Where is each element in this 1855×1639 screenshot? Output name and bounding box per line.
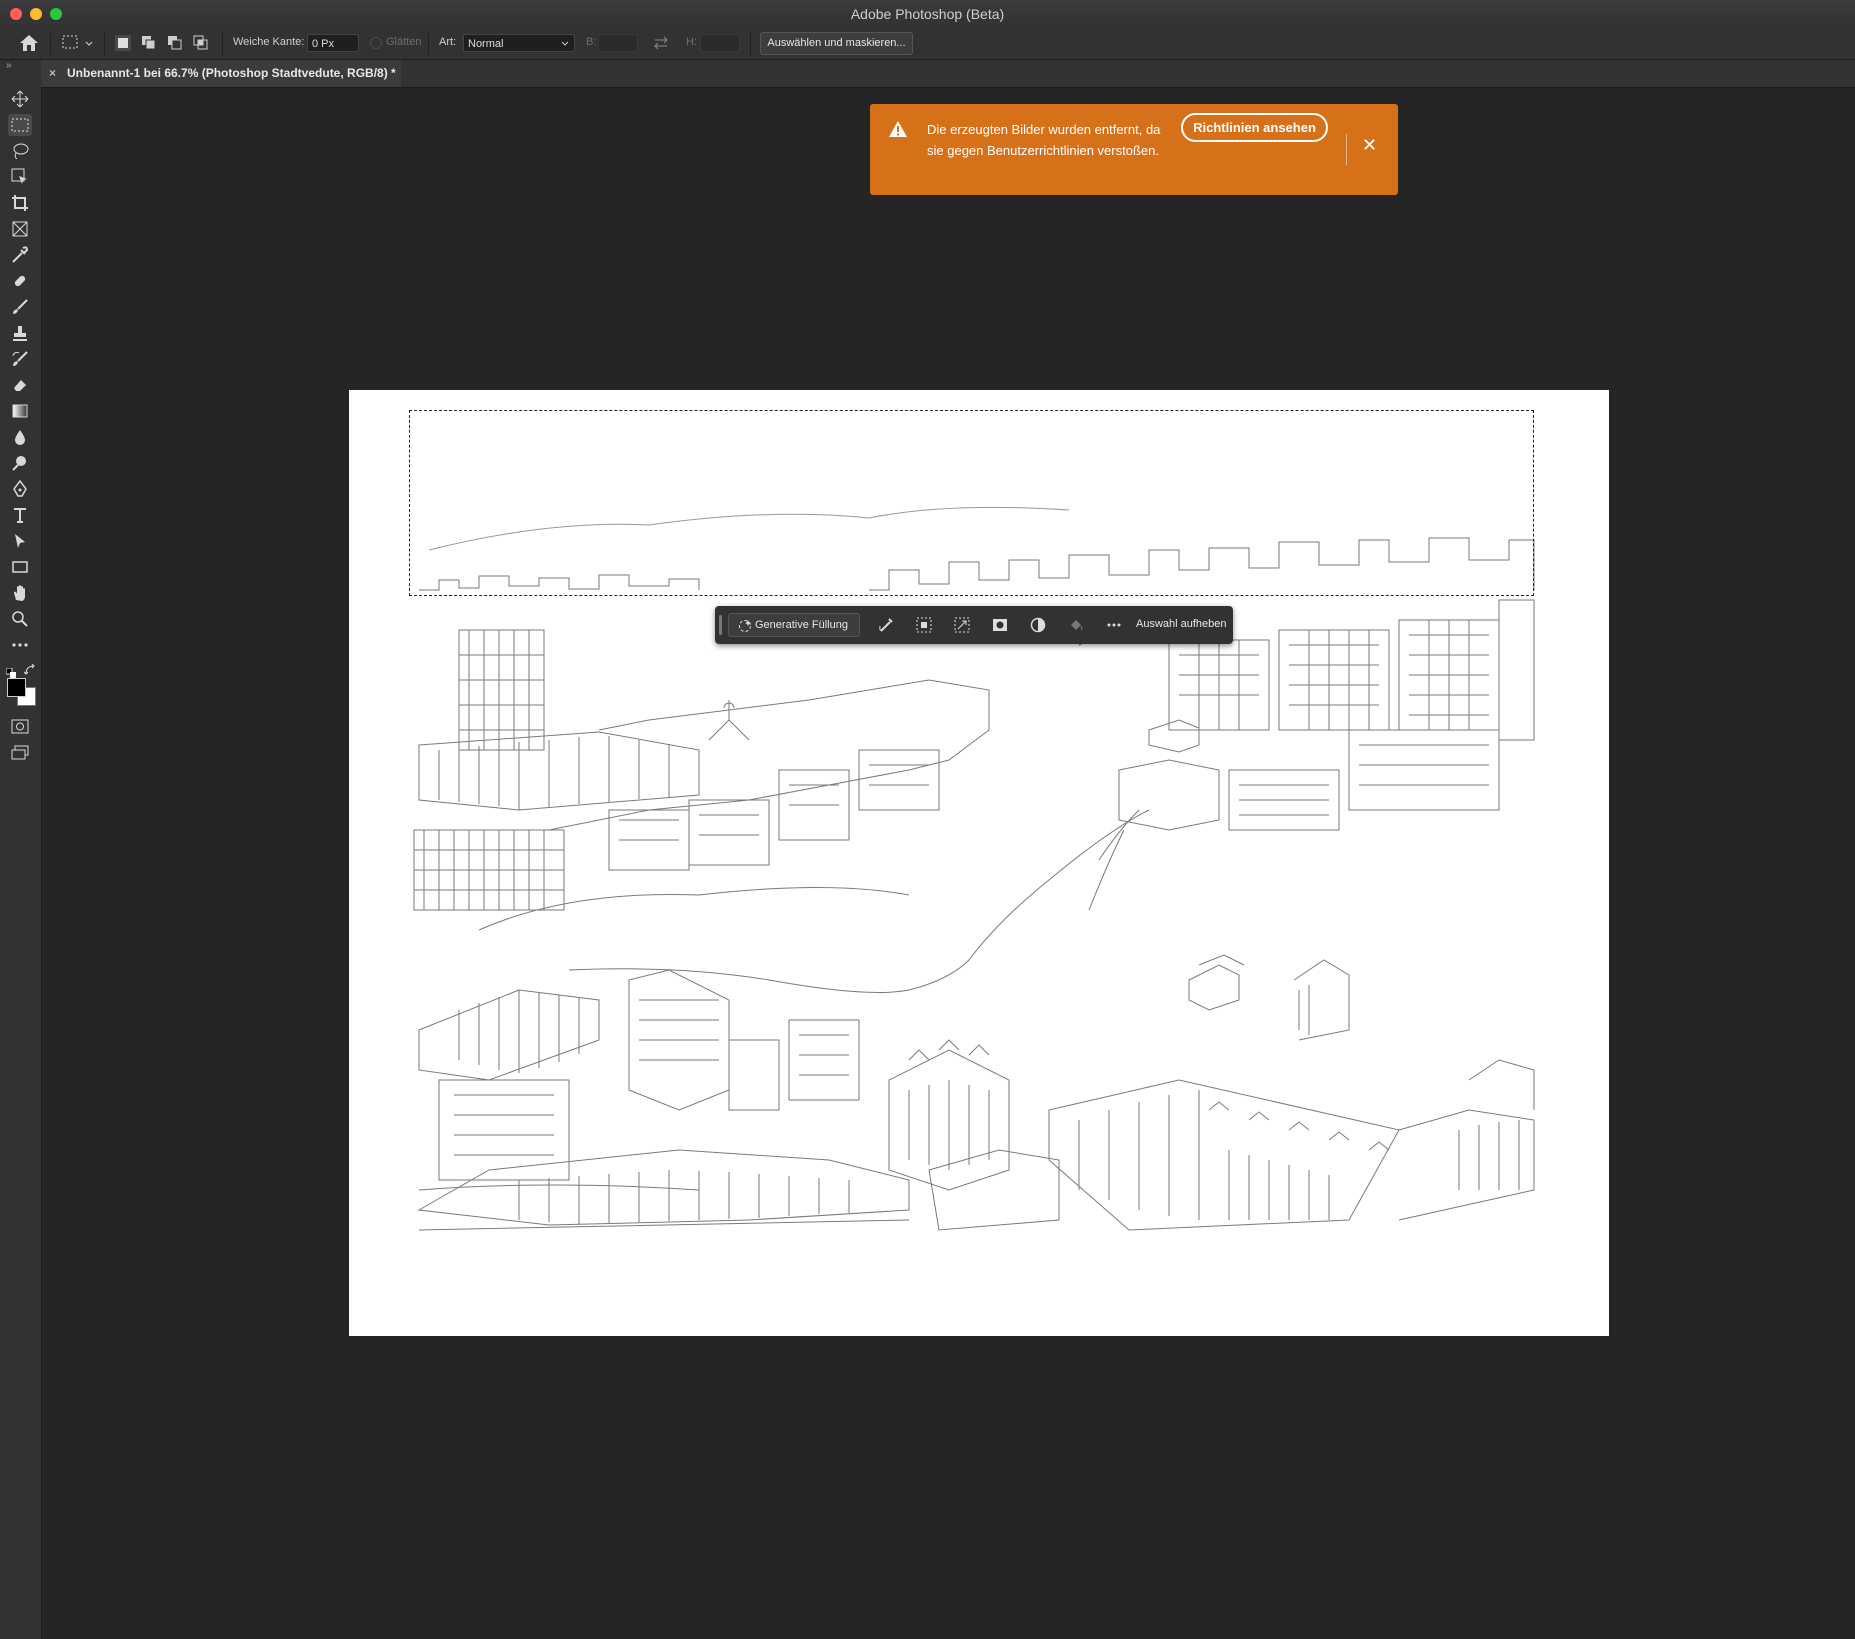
path-select-icon[interactable]: [8, 530, 32, 552]
warning-icon: [889, 121, 907, 137]
antialias-checkbox[interactable]: [370, 37, 382, 49]
subtract-selection-icon: [168, 36, 182, 50]
width-label: B:: [586, 36, 597, 48]
invert-selection-icon[interactable]: [916, 617, 932, 633]
fill-selection-icon[interactable]: [1068, 617, 1084, 633]
deselect-button[interactable]: Auswahl aufheben: [1136, 618, 1227, 630]
style-select[interactable]: Normal: [463, 34, 575, 52]
move-tool-icon[interactable]: [8, 88, 32, 110]
new-selection-button[interactable]: [114, 34, 132, 55]
home-button[interactable]: [18, 33, 40, 56]
more-tools-icon[interactable]: [8, 634, 32, 656]
mask-from-selection-icon[interactable]: [992, 617, 1008, 633]
style-label: Art:: [439, 36, 457, 48]
document-tab-bar: × Unbenannt-1 bei 66.7% (Photoshop Stadt…: [41, 60, 1855, 88]
gradient-tool-icon[interactable]: [8, 400, 32, 422]
new-selection-icon: [115, 35, 131, 51]
feather-input[interactable]: 0 Px: [307, 34, 359, 52]
marquee-preset-icon: [62, 35, 93, 49]
adjustment-layer-icon[interactable]: [1030, 617, 1046, 633]
select-and-mask-button[interactable]: Auswählen und maskieren...: [760, 32, 913, 55]
generative-fill-label: Generative Füllung: [755, 619, 848, 631]
width-input[interactable]: [598, 34, 638, 52]
window-title: Adobe Photoshop (Beta): [850, 6, 1005, 22]
tool-preset-picker[interactable]: [62, 35, 94, 54]
document-tab[interactable]: × Unbenannt-1 bei 66.7% (Photoshop Stadt…: [41, 60, 401, 87]
intersect-selection-button[interactable]: [192, 34, 210, 55]
swap-dimensions-button[interactable]: [652, 35, 670, 54]
eyedropper-tool-icon[interactable]: [8, 244, 32, 266]
antialias-label: Glätten: [386, 36, 422, 48]
screen-mode-icon[interactable]: [8, 742, 32, 764]
more-options-icon[interactable]: [1106, 617, 1122, 633]
dodge-tool-icon[interactable]: [8, 452, 32, 474]
panel-collapse-icon[interactable]: »: [6, 60, 12, 71]
subtract-selection-button[interactable]: [166, 34, 184, 55]
toast-message: Die erzeugten Bilder wurden entfernt, da…: [927, 122, 1161, 158]
quick-mask-icon[interactable]: [8, 716, 32, 738]
blur-tool-icon[interactable]: [8, 426, 32, 448]
hand-tool-icon[interactable]: [8, 582, 32, 604]
chevron-down-icon: [561, 41, 569, 46]
marquee-tool-icon[interactable]: [8, 114, 32, 136]
modify-selection-icon[interactable]: [878, 617, 894, 633]
toast-close-icon[interactable]: ✕: [1362, 136, 1377, 154]
title-bar: Adobe Photoshop (Beta): [0, 0, 1855, 29]
zoom-tool-icon[interactable]: [8, 608, 32, 630]
tools-panel: »: [0, 60, 42, 1639]
brush-tool-icon[interactable]: [8, 296, 32, 318]
height-label: H:: [686, 36, 697, 48]
swap-arrows-icon: [654, 36, 668, 50]
generative-fill-icon: [739, 620, 751, 632]
generative-fill-button[interactable]: Generative Füllung: [728, 613, 860, 637]
home-icon: [20, 35, 38, 51]
task-bar-drag-handle[interactable]: [719, 615, 722, 635]
selection-marquee[interactable]: [409, 410, 1534, 596]
healing-brush-icon[interactable]: [8, 270, 32, 292]
document-tab-label: Unbenannt-1 bei 66.7% (Photoshop Stadtve…: [67, 66, 396, 80]
style-select-value: Normal: [468, 38, 504, 50]
feather-label: Weiche Kante:: [233, 36, 305, 48]
policy-violation-toast: Die erzeugten Bilder wurden entfernt, da…: [870, 104, 1398, 195]
type-tool-icon[interactable]: [8, 504, 32, 526]
rectangle-tool-icon[interactable]: [8, 556, 32, 578]
height-input[interactable]: [700, 34, 740, 52]
options-bar: Weiche Kante: 0 Px Glätten Art: Normal B…: [0, 28, 1855, 60]
toast-divider: [1346, 134, 1347, 165]
transform-selection-icon[interactable]: [954, 617, 970, 633]
intersect-selection-icon: [193, 35, 208, 50]
lasso-tool-icon[interactable]: [8, 140, 32, 162]
view-guidelines-button[interactable]: Richtlinien ansehen: [1181, 113, 1328, 142]
frame-tool-icon[interactable]: [8, 218, 32, 240]
history-brush-icon[interactable]: [8, 348, 32, 370]
object-select-tool-icon[interactable]: [8, 166, 32, 188]
pen-tool-icon[interactable]: [8, 478, 32, 500]
add-selection-icon: [142, 36, 156, 50]
foreground-color-swatch[interactable]: [7, 678, 26, 697]
contextual-task-bar: Generative Füllung Auswahl aufheben: [715, 606, 1233, 644]
clone-stamp-icon[interactable]: [8, 322, 32, 344]
add-selection-button[interactable]: [140, 34, 158, 55]
tab-close-icon[interactable]: ×: [49, 60, 56, 87]
eraser-tool-icon[interactable]: [8, 374, 32, 396]
document-canvas[interactable]: [349, 390, 1609, 1336]
crop-tool-icon[interactable]: [8, 192, 32, 214]
